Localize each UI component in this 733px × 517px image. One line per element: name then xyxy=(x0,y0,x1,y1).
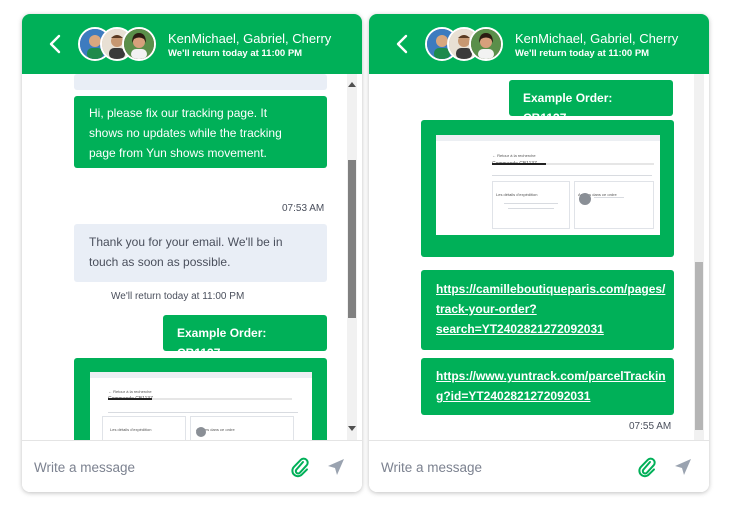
screenshot-message[interactable]: ← Retour à la recherche Commande CB1137 … xyxy=(421,120,674,257)
screenshot-thumbnail[interactable]: ← Retour à la recherche Commande CB1137 … xyxy=(436,135,660,235)
tracking-link-message: https://camilleboutiqueparis.com/pages/ … xyxy=(421,270,674,350)
browser-bar xyxy=(90,372,312,378)
chat-header: KenMichael, Gabriel, Cherry We'll return… xyxy=(22,14,362,74)
screenshot-item-image xyxy=(196,427,206,437)
scrollbar[interactable] xyxy=(347,74,357,440)
message-timestamp: 07:55 AM xyxy=(629,421,672,432)
agent-avatars xyxy=(425,27,505,61)
chat-window-left: KenMichael, Gabriel, Cherry We'll return… xyxy=(22,14,362,492)
composer xyxy=(369,440,709,492)
screenshot-progress xyxy=(108,398,152,400)
tracking-link-line[interactable]: search=YT2402821272092031 xyxy=(436,319,659,339)
screenshot-progress-track xyxy=(152,398,292,400)
yuntrack-link-message: https://www.yuntrack.com/parcelTrackin g… xyxy=(421,358,674,415)
screenshot-item-image xyxy=(579,193,591,205)
incoming-message-partial xyxy=(74,74,327,90)
browser-bar xyxy=(436,135,660,141)
scroll-down-icon[interactable] xyxy=(348,426,356,431)
tracking-link-line[interactable]: track-your-order? xyxy=(436,299,659,319)
screenshot-thumbnail[interactable]: ← Retour à la recherche Commande CB1137 … xyxy=(90,372,312,440)
send-icon[interactable] xyxy=(326,457,346,477)
message-line: Hi, please fix our tracking page. It xyxy=(89,106,268,120)
chat-subtitle: We'll return today at 11:00 PM xyxy=(168,48,303,59)
screenshot-text-line xyxy=(508,208,554,209)
away-notice: We'll return today at 11:00 PM xyxy=(111,291,245,302)
screenshot-progress-track xyxy=(546,163,654,165)
chat-title: KenMichael, Gabriel, Cherry xyxy=(168,31,332,46)
chat-window-right: KenMichael, Gabriel, Cherry We'll return… xyxy=(369,14,709,492)
send-icon[interactable] xyxy=(673,457,693,477)
scroll-up-icon[interactable] xyxy=(348,82,356,87)
screenshot-text-line xyxy=(504,203,558,204)
scrollbar-thumb[interactable] xyxy=(348,160,356,318)
composer xyxy=(22,440,362,492)
screenshot-details-text: Les détails d'expédition xyxy=(110,427,152,432)
chevron-left-icon[interactable] xyxy=(393,32,413,56)
screenshot-message[interactable]: ← Retour à la recherche Commande CB1137 … xyxy=(74,358,327,440)
paperclip-icon[interactable] xyxy=(290,456,310,478)
screenshot-details-text: Les détails d'expédition xyxy=(496,192,538,197)
customer-message: Hi, please fix our tracking page. It sho… xyxy=(74,96,327,168)
screenshot-text-line xyxy=(594,197,624,198)
message-timestamp: 07:53 AM xyxy=(282,203,325,214)
chat-title: KenMichael, Gabriel, Cherry xyxy=(515,31,679,46)
agent-avatars xyxy=(78,27,158,61)
yuntrack-link-line[interactable]: g?id=YT2402821272092031 xyxy=(436,386,659,406)
paperclip-icon[interactable] xyxy=(637,456,657,478)
message-line: shows no updates while the tracking xyxy=(89,126,282,140)
yuntrack-link-line[interactable]: https://www.yuntrack.com/parcelTrackin xyxy=(436,366,666,386)
screenshot-divider xyxy=(492,175,652,176)
order-message: Example Order: CB1137 xyxy=(163,315,327,360)
message-line: touch as soon as possible. xyxy=(89,255,231,269)
scrollbar-thumb[interactable] xyxy=(695,262,703,430)
chevron-left-icon[interactable] xyxy=(46,32,66,56)
message-input[interactable] xyxy=(34,451,274,483)
avatar-cherry xyxy=(469,27,503,61)
message-line: Thank you for your email. We'll be in xyxy=(89,235,283,249)
scrollbar[interactable] xyxy=(694,74,704,440)
order-message: Example Order: CB1137 xyxy=(509,80,673,125)
message-input[interactable] xyxy=(381,451,621,483)
tracking-link-line[interactable]: https://camilleboutiqueparis.com/pages/ xyxy=(436,279,665,299)
auto-reply-message: Thank you for your email. We'll be in to… xyxy=(74,224,327,282)
chat-subtitle: We'll return today at 11:00 PM xyxy=(515,48,650,59)
screenshot-divider xyxy=(108,412,298,413)
message-list[interactable]: Example Order: CB1137 ← Retour à la rech… xyxy=(369,74,709,440)
avatar-cherry xyxy=(122,27,156,61)
message-list[interactable]: Hi, please fix our tracking page. It sho… xyxy=(22,74,362,440)
message-line: page from Yun shows movement. xyxy=(89,146,267,160)
chat-header: KenMichael, Gabriel, Cherry We'll return… xyxy=(369,14,709,74)
screenshot-progress xyxy=(492,163,546,165)
